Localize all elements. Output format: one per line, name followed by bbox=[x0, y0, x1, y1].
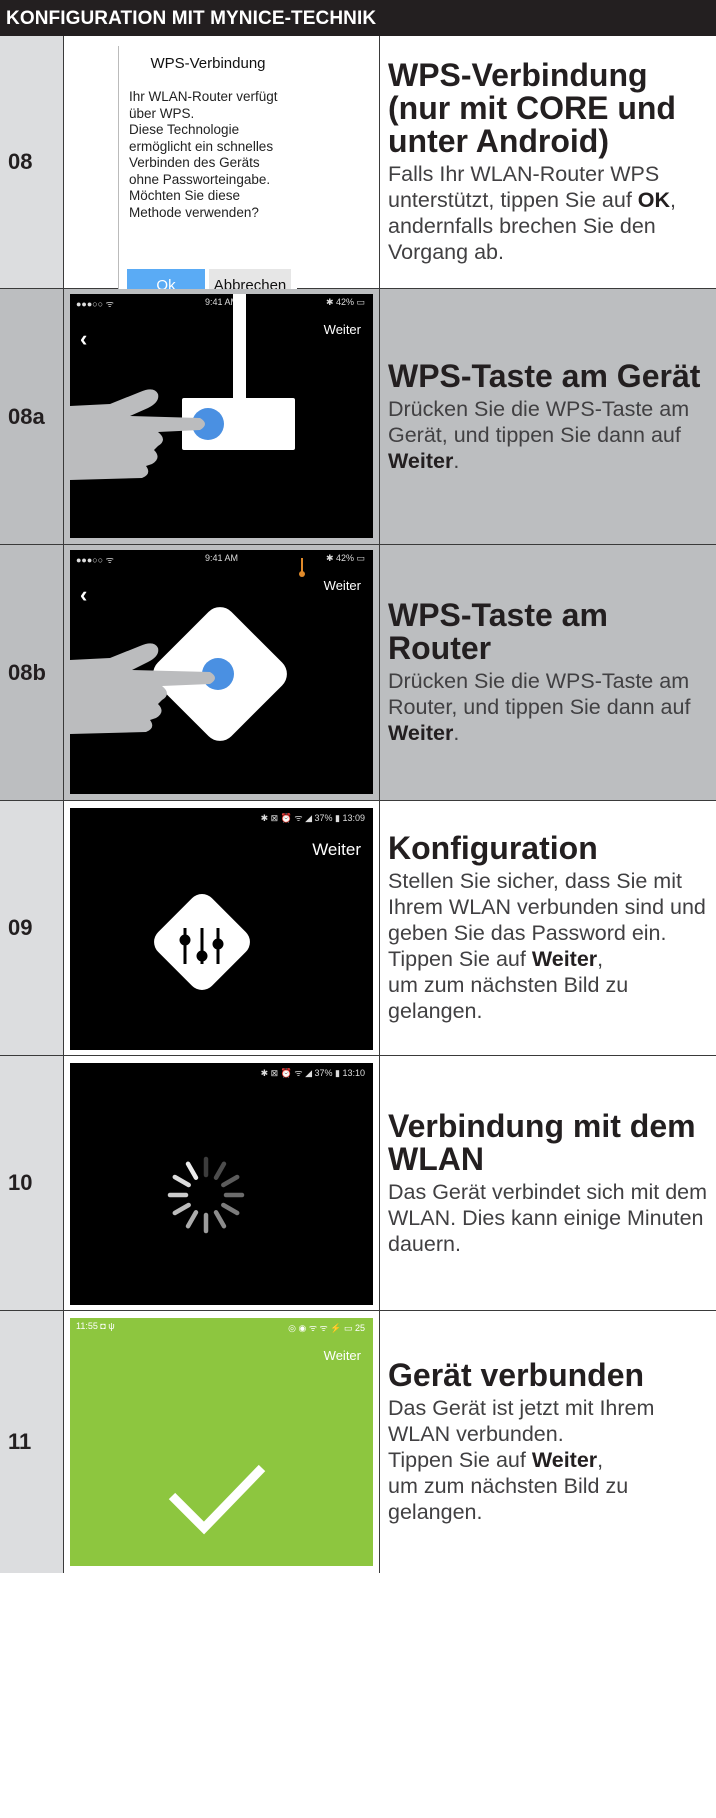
section-header: KONFIGURATION MIT MYNICE-TECHNIK bbox=[0, 0, 716, 36]
description-cell: WPS-Taste am Gerät Drücken Sie die WPS-T… bbox=[380, 289, 716, 544]
step-row-11: 11 11:55 ◘ ψ ◎ ◉ ᯤ ᯤ ⚡ ▭ 25 Weiter Gerät… bbox=[0, 1311, 716, 1818]
phone-screen: ✱ ⊠ ⏰ ᯤ ◢ 37% ▮ 13:09 Weiter bbox=[70, 808, 373, 1050]
phone-screen: ●●●○○ ᯤ 9:41 AM ✱ 42% ▭ ‹ Weiter bbox=[70, 294, 373, 538]
bold-keyword: Weiter bbox=[531, 947, 598, 971]
step-text: Falls Ihr WLAN-Router WPS unterstützt, t… bbox=[388, 162, 677, 264]
dialog-body: Ihr WLAN-Router verfügt über WPS. Diese … bbox=[129, 89, 278, 220]
step-text: Das Gerät ist jetzt mit Ihrem WLAN verbu… bbox=[388, 1396, 655, 1524]
step-number-cell: 11 bbox=[0, 1311, 64, 1573]
device-hand-illustration bbox=[70, 294, 295, 480]
checkmark-icon bbox=[168, 1464, 266, 1535]
spinner-spoke bbox=[185, 1210, 199, 1229]
bold-keyword: Weiter bbox=[388, 721, 454, 745]
step-title: WPS-Taste am Router bbox=[388, 597, 608, 666]
step-number: 09 bbox=[8, 915, 33, 940]
step-row-08b: 08b ●●●○○ ᯤ 9:41 AM ✱ 42% ▭ ‹ Weiter WPS… bbox=[0, 545, 716, 801]
description-cell: Konfiguration Stellen Sie sicher, dass S… bbox=[380, 801, 716, 1055]
screenshot-cell: ●●●○○ ᯤ 9:41 AM ✱ 42% ▭ ‹ Weiter bbox=[64, 545, 380, 800]
dialog-title: WPS-Verbindung bbox=[150, 55, 266, 72]
step-text: Stellen Sie sicher, dass Sie mit Ihrem W… bbox=[388, 869, 706, 1023]
description-cell: Verbindung mit dem WLAN Das Gerät verbin… bbox=[380, 1056, 716, 1310]
spinner-spoke bbox=[213, 1210, 227, 1229]
phone-screen: ✱ ⊠ ⏰ ᯤ ◢ 37% ▮ 13:10 bbox=[70, 1063, 373, 1305]
step-number: 08a bbox=[8, 403, 45, 429]
step-title: Verbindung mit dem WLAN bbox=[388, 1107, 696, 1177]
spinner-spoke bbox=[172, 1202, 191, 1216]
bold-keyword: Weiter bbox=[388, 448, 454, 473]
bold-keyword: OK bbox=[637, 188, 671, 212]
description-cell: WPS-Taste am Router Drücken Sie die WPS-… bbox=[380, 545, 716, 800]
step-row-10: 10 ✱ ⊠ ⏰ ᯤ ◢ 37% ▮ 13:10 Verbindung mit … bbox=[0, 1056, 716, 1311]
step-number-cell: 08 bbox=[0, 36, 64, 288]
description-cell: Gerät verbunden Das Gerät ist jetzt mit … bbox=[380, 1311, 716, 1573]
device-antenna bbox=[233, 294, 246, 406]
spinner-spoke bbox=[172, 1174, 191, 1188]
screenshot-cell: 11:55 ◘ ψ ◎ ◉ ᯤ ᯤ ⚡ ▭ 25 Weiter bbox=[64, 1311, 380, 1573]
step-number: 08b bbox=[8, 659, 46, 685]
step-number: 08 bbox=[8, 149, 33, 174]
step-row-09: 09 ✱ ⊠ ⏰ ᯤ ◢ 37% ▮ 13:09 Weiter Konfigur… bbox=[0, 801, 716, 1056]
step-row-08a: 08a ●●●○○ ᯤ 9:41 AM ✱ 42% ▭ ‹ Weiter WPS… bbox=[0, 289, 716, 545]
step-number-cell: 10 bbox=[0, 1056, 64, 1310]
step-row-08: 08 WPS-Verbindung Ihr WLAN-Router verfüg… bbox=[0, 36, 716, 308]
screenshot-cell: ●●●○○ ᯤ 9:41 AM ✱ 42% ▭ ‹ Weiter bbox=[64, 289, 380, 544]
bold-keyword: Weiter bbox=[531, 1448, 598, 1472]
spinner-spoke bbox=[185, 1161, 199, 1180]
screenshot-cell: ✱ ⊠ ⏰ ᯤ ◢ 37% ▮ 13:09 Weiter bbox=[64, 801, 380, 1055]
document-page: KONFIGURATION MIT MYNICE-TECHNIK 08 WPS-… bbox=[0, 0, 716, 1818]
screenshot-cell: WPS-Verbindung Ihr WLAN-Router verfügt ü… bbox=[64, 36, 380, 308]
step-title: WPS-Verbindung (nur mit CORE und unter A… bbox=[388, 57, 676, 159]
configuration-illustration bbox=[154, 894, 250, 990]
router-hand-illustration bbox=[70, 558, 305, 741]
description-cell: WPS-Verbindung (nur mit CORE und unter A… bbox=[380, 36, 716, 288]
spinner-spoke bbox=[213, 1161, 227, 1180]
wps-dialog: WPS-Verbindung Ihr WLAN-Router verfügt ü… bbox=[118, 46, 297, 308]
spinner-spoke bbox=[221, 1174, 240, 1188]
step-number-cell: 08a bbox=[0, 289, 64, 544]
screenshot-cell: ✱ ⊠ ⏰ ᯤ ◢ 37% ▮ 13:10 bbox=[64, 1056, 380, 1310]
finger bbox=[154, 418, 204, 430]
step-number-cell: 09 bbox=[0, 801, 64, 1055]
phone-screen: 11:55 ◘ ψ ◎ ◉ ᯤ ᯤ ⚡ ▭ 25 Weiter bbox=[70, 1318, 373, 1566]
step-text: Drücken Sie die WPS-Taste am Gerät, und … bbox=[388, 396, 690, 473]
step-number: 11 bbox=[8, 1429, 32, 1454]
step-number: 10 bbox=[8, 1170, 33, 1195]
step-number-cell: 08b bbox=[0, 545, 64, 800]
step-text: Das Gerät verbindet sich mit dem WLAN. D… bbox=[388, 1179, 708, 1256]
step-title: Konfiguration bbox=[388, 830, 598, 866]
spinner-spoke bbox=[221, 1202, 240, 1216]
loading-spinner-icon bbox=[167, 1156, 245, 1234]
phone-screen: ●●●○○ ᯤ 9:41 AM ✱ 42% ▭ ‹ Weiter bbox=[70, 550, 373, 794]
step-title: WPS-Taste am Gerät bbox=[388, 357, 701, 394]
step-text: Drücken Sie die WPS-Taste am Router, und… bbox=[388, 669, 691, 745]
step-title: Gerät verbunden bbox=[388, 1357, 645, 1393]
